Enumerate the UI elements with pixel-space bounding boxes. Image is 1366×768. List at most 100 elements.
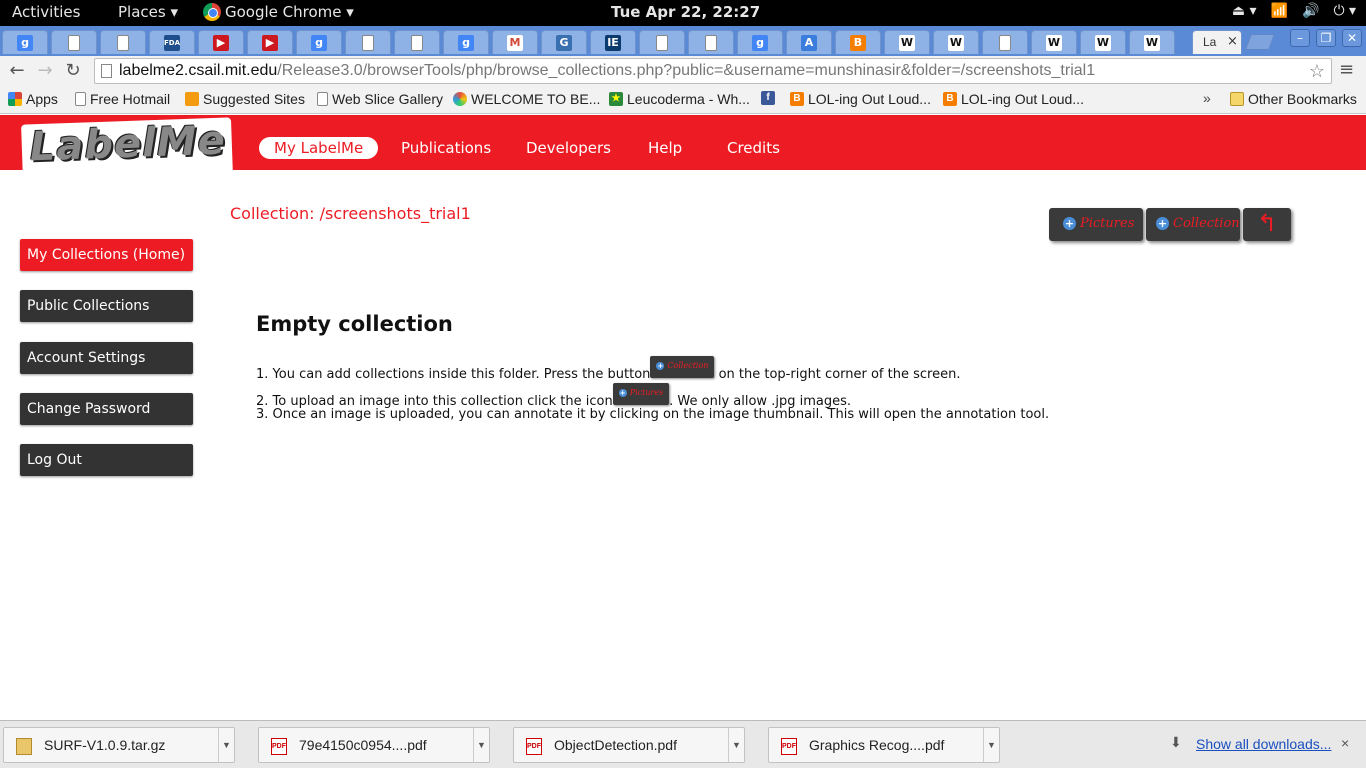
add-collection-button[interactable]: + Collection: [1146, 208, 1240, 241]
instruction-line-2: 2. To upload an image into this collecti…: [256, 383, 851, 409]
show-all-downloads-link[interactable]: Show all downloads...: [1196, 736, 1331, 752]
bookmark-welcome[interactable]: WELCOME TO BE...: [453, 91, 600, 107]
tab-close-icon[interactable]: ×: [1227, 34, 1238, 49]
forward-button[interactable]: →: [33, 59, 57, 83]
browser-tab[interactable]: [394, 30, 440, 54]
download-item[interactable]: PDF 79e4150c0954....pdf ▼: [258, 727, 490, 763]
browser-tab[interactable]: W: [933, 30, 979, 54]
download-name: 79e4150c0954....pdf: [299, 737, 427, 753]
bookmark-facebook[interactable]: f: [761, 91, 775, 105]
facebook-icon: f: [761, 91, 775, 105]
download-name: ObjectDetection.pdf: [554, 737, 677, 753]
sidebar-change-password[interactable]: Change Password: [20, 393, 193, 425]
bookmark-web-slice-gallery[interactable]: Web Slice Gallery: [317, 91, 443, 107]
doc-favicon-icon: [117, 35, 129, 51]
chevron-down-icon[interactable]: ▼: [473, 728, 489, 762]
FDA-favicon-icon: FDA: [164, 35, 180, 51]
browser-tab[interactable]: [345, 30, 391, 54]
browser-tab[interactable]: g: [296, 30, 342, 54]
browser-tab[interactable]: W: [1080, 30, 1126, 54]
browser-tab[interactable]: [51, 30, 97, 54]
volume-icon[interactable]: 🔊: [1302, 3, 1319, 19]
bookmark-leucoderma[interactable]: ★ Leucoderma - Wh...: [609, 91, 750, 107]
close-shelf-icon[interactable]: ×: [1341, 735, 1349, 751]
browser-tab[interactable]: ▶: [247, 30, 293, 54]
reload-button[interactable]: ↻: [61, 59, 85, 83]
inline-pictures-label: Pictures: [629, 388, 664, 397]
wifi-icon[interactable]: 📶: [1271, 3, 1288, 19]
plus-icon: +: [618, 389, 627, 397]
download-item[interactable]: PDF Graphics Recog....pdf ▼: [768, 727, 1000, 763]
browser-tab[interactable]: W: [1031, 30, 1077, 54]
W-favicon-icon: W: [1144, 35, 1160, 51]
minimize-button[interactable]: –: [1290, 29, 1310, 47]
add-collection-label: Collection: [1173, 216, 1240, 231]
chevron-down-icon[interactable]: ▼: [983, 728, 999, 762]
eject-icon[interactable]: ⏏ ▾: [1232, 3, 1257, 19]
blogger-icon: B: [790, 92, 804, 106]
browser-tab[interactable]: B: [835, 30, 881, 54]
sidebar-public-collections[interactable]: Public Collections: [20, 290, 193, 322]
app-menu-label: Google Chrome ▾: [225, 3, 354, 21]
sidebar-account-settings[interactable]: Account Settings: [20, 342, 193, 374]
places-menu[interactable]: Places ▾: [118, 3, 178, 21]
nav-publications[interactable]: Publications: [401, 139, 491, 157]
browser-tab[interactable]: [639, 30, 685, 54]
browser-tab[interactable]: ▶: [198, 30, 244, 54]
browser-tab[interactable]: g: [2, 30, 48, 54]
star-icon: ★: [609, 92, 623, 106]
browser-tab[interactable]: [688, 30, 734, 54]
system-tray[interactable]: ⏏ ▾ 📶 🔊 ⏻ ▾: [1232, 3, 1356, 19]
clock[interactable]: Tue Apr 22, 22:27: [611, 3, 760, 21]
browser-tab[interactable]: [982, 30, 1028, 54]
bookmark-lol-2[interactable]: B LOL-ing Out Loud...: [943, 91, 1084, 107]
maximize-button[interactable]: ❐: [1316, 29, 1336, 47]
sidebar-my-collections[interactable]: My Collections (Home): [20, 239, 193, 271]
nav-developers[interactable]: Developers: [526, 139, 611, 157]
sidebar-log-out[interactable]: Log Out: [20, 444, 193, 476]
colorful-logo-icon: [453, 92, 467, 106]
plus-icon: +: [1156, 217, 1169, 230]
browser-tab[interactable]: A: [786, 30, 832, 54]
add-pictures-button[interactable]: + Pictures: [1049, 208, 1143, 241]
doc-favicon-icon: [999, 35, 1011, 51]
app-menu[interactable]: Google Chrome ▾: [203, 3, 354, 21]
activities-button[interactable]: Activities: [12, 3, 80, 21]
browser-tab[interactable]: M: [492, 30, 538, 54]
system-top-bar: Activities Places ▾ Google Chrome ▾ Tue …: [0, 0, 1366, 26]
download-item[interactable]: PDF ObjectDetection.pdf ▼: [513, 727, 745, 763]
back-button[interactable]: ↰: [1243, 208, 1291, 241]
browser-tab[interactable]: W: [1129, 30, 1175, 54]
close-window-button[interactable]: ✕: [1342, 29, 1362, 47]
nav-help[interactable]: Help: [648, 139, 682, 157]
chrome-menu-icon[interactable]: ≡: [1339, 59, 1354, 80]
browser-tab[interactable]: IE: [590, 30, 636, 54]
labelme-logo[interactable]: LabelMe: [21, 117, 233, 183]
browser-tab[interactable]: g: [443, 30, 489, 54]
bookmark-label: WELCOME TO BE...: [471, 91, 601, 107]
bookmark-apps[interactable]: Apps: [8, 91, 58, 107]
browser-tab[interactable]: [100, 30, 146, 54]
download-item[interactable]: SURF-V1.0.9.tar.gz ▼: [3, 727, 235, 763]
power-icon[interactable]: ⏻ ▾: [1333, 3, 1356, 19]
bookmark-free-hotmail[interactable]: Free Hotmail: [75, 91, 170, 107]
back-button[interactable]: ←: [5, 59, 29, 83]
bookmarks-overflow-button[interactable]: »: [1203, 90, 1211, 106]
address-bar[interactable]: labelme2.csail.mit.edu/Release3.0/browse…: [94, 58, 1332, 84]
other-bookmarks[interactable]: Other Bookmarks: [1230, 91, 1357, 107]
blogger-favicon-icon: B: [850, 35, 866, 51]
browser-tab[interactable]: W: [884, 30, 930, 54]
nav-my-labelme[interactable]: My LabelMe: [259, 137, 379, 159]
browser-tab[interactable]: G: [541, 30, 587, 54]
bookmark-suggested-sites[interactable]: Suggested Sites: [185, 91, 305, 107]
new-tab-button[interactable]: [1245, 34, 1275, 50]
doc-favicon-icon: [411, 35, 423, 51]
browser-tab[interactable]: FDA: [149, 30, 195, 54]
tab-active[interactable]: La ×: [1192, 30, 1242, 54]
chevron-down-icon[interactable]: ▼: [728, 728, 744, 762]
browser-tab[interactable]: g: [737, 30, 783, 54]
chevron-down-icon[interactable]: ▼: [218, 728, 234, 762]
bookmark-lol-1[interactable]: B LOL-ing Out Loud...: [790, 91, 931, 107]
bookmark-star-icon[interactable]: ☆: [1309, 59, 1325, 83]
nav-credits[interactable]: Credits: [727, 139, 780, 157]
